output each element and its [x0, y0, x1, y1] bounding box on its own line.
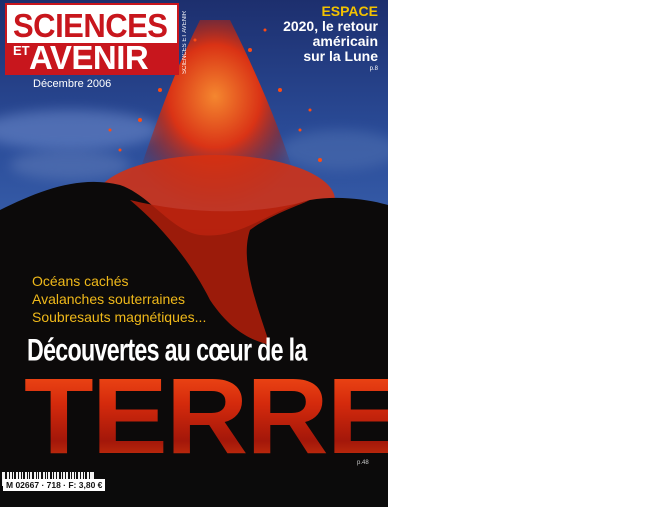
space-line: américain	[312, 33, 378, 49]
teaser-item: Soubresauts magnétiques...	[32, 309, 207, 325]
teaser-list: Océans cachés Avalanches souterraines So…	[32, 272, 206, 326]
masthead-logo: SCIENCES ET AVENIR	[5, 3, 179, 76]
magazine-cover: SCIENCES ET AVENIR SCIENCES ET AVENIR Dé…	[0, 0, 388, 507]
cover-big-word: TERRE	[24, 354, 388, 478]
masthead-spine: SCIENCES ET AVENIR	[182, 10, 188, 74]
space-kicker: ESPACE	[321, 3, 378, 19]
teaser-item: Océans cachés	[32, 273, 129, 289]
space-page-ref: p.8	[369, 66, 378, 72]
space-teaser: ESPACE 2020, le retour américain sur la …	[283, 3, 378, 72]
space-line: 2020, le retour	[283, 18, 378, 34]
teaser-item: Avalanches souterraines	[32, 291, 186, 307]
masthead-et: ET	[13, 43, 30, 58]
big-word-page-ref: p.48	[357, 460, 369, 466]
issue-date: Décembre 2006	[33, 78, 112, 90]
space-line: sur la Lune	[303, 48, 378, 64]
price-label: M 02667 · 718 · F: 3,80 €	[3, 479, 106, 491]
masthead-avenir: AVENIR	[29, 39, 149, 76]
page-margin	[388, 0, 660, 507]
